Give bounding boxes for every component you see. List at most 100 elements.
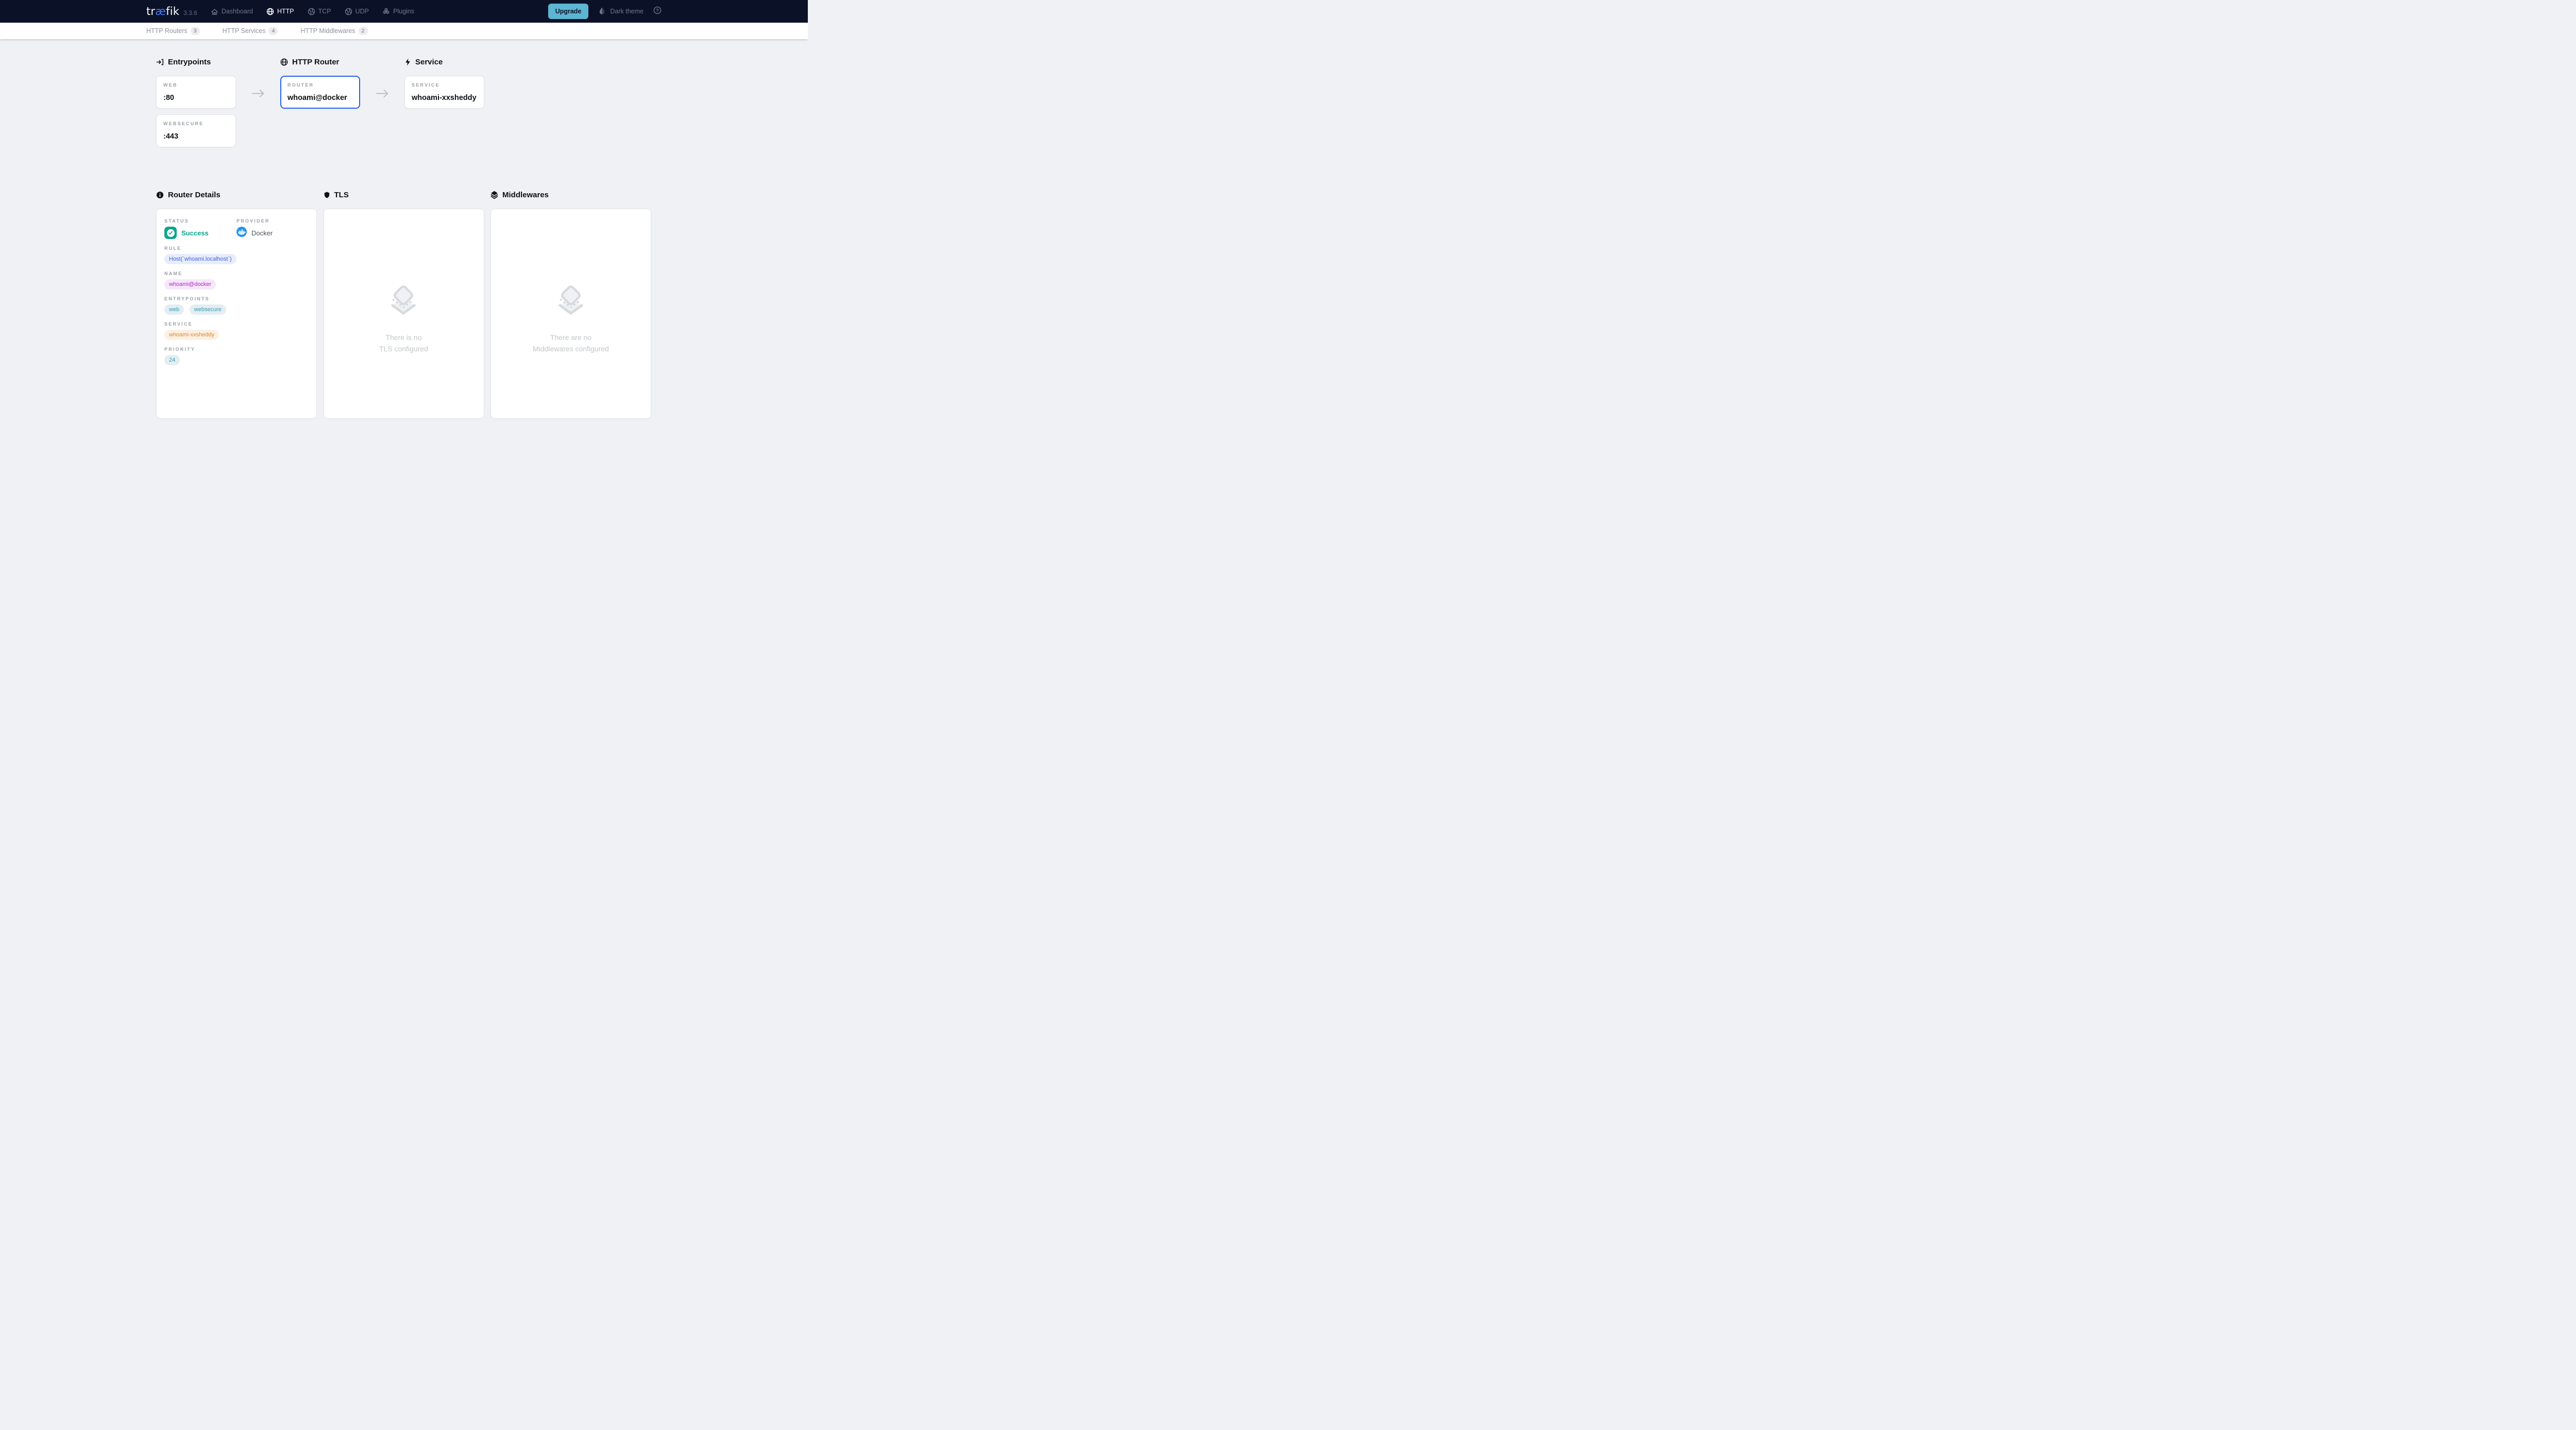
upgrade-button[interactable]: Upgrade: [548, 4, 589, 19]
card-value: :443: [163, 132, 229, 141]
nav-item-tcp[interactable]: TCP: [308, 8, 331, 15]
home-icon: [211, 8, 218, 15]
brand-wordmark: træfik: [146, 5, 179, 18]
tab-count-badge: 2: [359, 27, 368, 35]
tab-count-badge: 3: [191, 27, 200, 35]
priority-field: PRIORITY 24: [164, 347, 309, 365]
svg-text:?: ?: [656, 8, 659, 13]
subnav: HTTP Routers 3 HTTP Services 4 HTTP Midd…: [0, 23, 808, 39]
priority-label: PRIORITY: [164, 347, 309, 352]
card-value: whoami-xxsheddy: [412, 94, 477, 102]
nav-item-plugins[interactable]: Plugins: [382, 8, 414, 15]
provider-label: PROVIDER: [236, 218, 309, 224]
nav-item-label: Plugins: [393, 8, 414, 15]
priority-chip: 24: [164, 355, 180, 365]
card-label: WEBSECURE: [163, 121, 229, 126]
globe-icon: [280, 58, 288, 66]
stacked-layers-icon: [387, 285, 419, 332]
name-label: NAME: [164, 271, 309, 276]
service-column: Service SERVICE whoami-xxsheddy: [404, 58, 484, 147]
droplet-contrast-icon: [598, 7, 606, 16]
flow-arrow-1: [236, 58, 281, 147]
help-button[interactable]: ?: [653, 6, 662, 17]
entrypoint-chip-websecure: websecure: [190, 304, 226, 315]
rule-field: RULE Host(`whoami.localhost`): [164, 246, 309, 264]
entrypoints-column: Entrypoints WEB :80 WEBSECURE :443: [156, 58, 236, 147]
router-details-card: STATUS Success: [156, 209, 317, 419]
status-field: STATUS Success: [164, 218, 236, 239]
provider-value: Docker: [251, 229, 273, 237]
card-value: :80: [163, 94, 229, 102]
router-card: ROUTER whoami@docker: [280, 76, 360, 109]
card-label: SERVICE: [412, 82, 477, 88]
globe-icon: [266, 8, 274, 15]
navbar-right-group: Upgrade Dark theme: [548, 4, 662, 19]
entrypoint-chip-web: web: [164, 304, 184, 315]
service-chip: whoami-xxsheddy: [164, 330, 219, 340]
shield-icon: [324, 191, 330, 199]
flow-arrow-2: [360, 58, 405, 147]
proxy-icon: [308, 8, 315, 15]
nav-item-label: TCP: [318, 8, 331, 15]
status-label: STATUS: [164, 218, 236, 224]
nav-item-label: HTTP: [277, 8, 294, 15]
tab-http-routers[interactable]: HTTP Routers 3: [146, 27, 200, 35]
theme-toggle-label: Dark theme: [610, 8, 643, 15]
bolt-icon: [404, 58, 411, 66]
docker-whale-icon: [236, 227, 247, 240]
details-row: Router Details STATUS: [156, 191, 652, 419]
nav-item-label: UDP: [355, 8, 369, 15]
check-icon: [167, 229, 175, 237]
nav-item-label: Dashboard: [222, 8, 253, 15]
main-content: Entrypoints WEB :80 WEBSECURE :443: [156, 39, 652, 419]
tab-label: HTTP Services: [223, 27, 266, 35]
routing-flow: Entrypoints WEB :80 WEBSECURE :443: [156, 58, 652, 147]
name-chip: whoami@docker: [164, 279, 216, 290]
service-label: SERVICE: [164, 321, 309, 327]
arrow-right-icon: [376, 58, 389, 147]
status-value: Success: [181, 229, 209, 237]
entrypoints-label: ENTRYPOINTS: [164, 296, 309, 301]
nav-items: Dashboard HTTP TCP: [211, 8, 414, 15]
entrypoints-title: Entrypoints: [156, 58, 236, 66]
info-icon: [156, 191, 164, 199]
nav-item-dashboard[interactable]: Dashboard: [211, 8, 253, 15]
service-field: SERVICE whoami-xxsheddy: [164, 321, 309, 340]
entrypoint-card-websecure: WEBSECURE :443: [156, 114, 236, 147]
middlewares-title: Middlewares: [490, 191, 651, 199]
traefik-logo[interactable]: træfik 3.3.6: [146, 5, 197, 18]
middlewares-empty-text: There are no Middlewares configured: [533, 332, 609, 355]
card-value: whoami@docker: [287, 94, 353, 102]
nav-item-http[interactable]: HTTP: [266, 8, 294, 15]
provider-field: PROVIDER: [236, 218, 309, 239]
cubes-icon: [382, 8, 390, 15]
tls-section: TLS There is no: [324, 191, 484, 419]
proxy-icon: [345, 8, 352, 15]
middlewares-card: There are no Middlewares configured: [490, 209, 651, 419]
rule-chip: Host(`whoami.localhost`): [164, 254, 236, 264]
tab-http-services[interactable]: HTTP Services 4: [223, 27, 278, 35]
tab-label: HTTP Middlewares: [300, 27, 355, 35]
router-details-title: Router Details: [156, 191, 317, 199]
middlewares-section: Middlewares There ar: [490, 191, 651, 419]
entrypoints-field: ENTRYPOINTS web websecure: [164, 296, 309, 315]
name-field: NAME whoami@docker: [164, 271, 309, 290]
status-success-badge: [164, 227, 177, 239]
service-card: SERVICE whoami-xxsheddy: [404, 76, 484, 109]
arrow-right-icon: [251, 58, 265, 147]
card-label: WEB: [163, 82, 229, 88]
nav-item-udp[interactable]: UDP: [345, 8, 369, 15]
entrypoint-card-web: WEB :80: [156, 76, 236, 109]
theme-toggle[interactable]: Dark theme: [598, 7, 643, 16]
tls-empty-text: There is no TLS configured: [379, 332, 428, 355]
tab-http-middlewares[interactable]: HTTP Middlewares 2: [300, 27, 367, 35]
question-circle-icon: ?: [653, 6, 662, 17]
tab-count-badge: 4: [268, 27, 278, 35]
router-details-section: Router Details STATUS: [156, 191, 317, 419]
tab-label: HTTP Routers: [146, 27, 188, 35]
login-icon: [156, 58, 164, 66]
top-navbar: træfik 3.3.6 Dashboard: [0, 0, 808, 23]
traefik-dashboard-screen: træfik 3.3.6 Dashboard: [0, 0, 808, 445]
tls-title: TLS: [324, 191, 484, 199]
stacked-layers-icon: [555, 285, 587, 332]
